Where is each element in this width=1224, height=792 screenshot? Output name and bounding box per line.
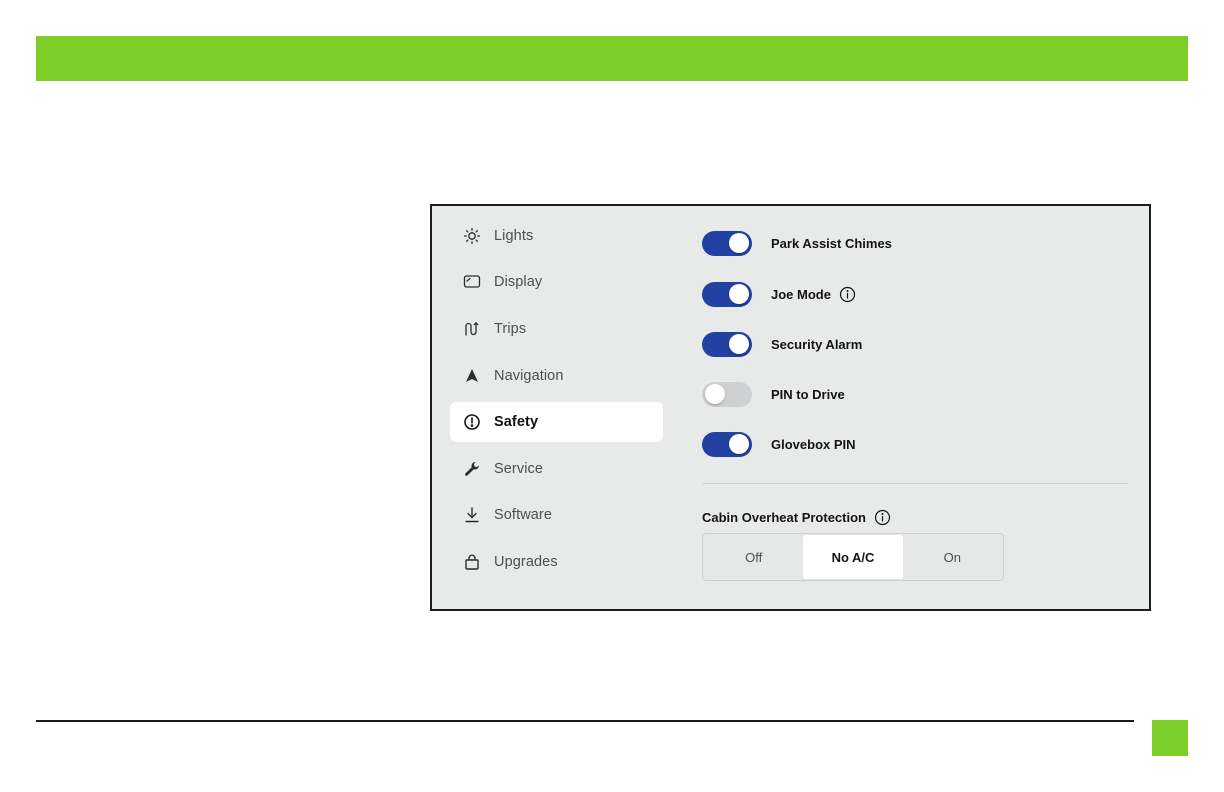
setting-label: Joe Mode xyxy=(771,286,831,302)
header-band xyxy=(36,36,1188,81)
sidebar-item-label: Service xyxy=(494,461,544,477)
setting-joe-mode: Joe Mode xyxy=(702,280,856,308)
setting-pin-to-drive: PIN to Drive xyxy=(702,380,845,408)
settings-screen: Lights Display Trips Navigation Safety S… xyxy=(430,204,1151,611)
manual-page: Lights Display Trips Navigation Safety S… xyxy=(0,0,1224,792)
glovebox-pin-toggle[interactable] xyxy=(702,431,752,457)
footer-rule xyxy=(36,720,1134,722)
cabin-overheat-title: Cabin Overheat Protection xyxy=(702,510,866,525)
trips-icon xyxy=(463,320,481,338)
toggle-knob xyxy=(729,434,749,454)
info-icon[interactable] xyxy=(874,509,891,526)
cabin-overheat-title-row: Cabin Overheat Protection xyxy=(702,509,891,526)
sun-icon xyxy=(463,227,481,245)
setting-glovebox-pin: Glovebox PIN xyxy=(702,430,856,458)
sidebar-item-display[interactable]: Display xyxy=(450,262,663,302)
shopping-bag-icon xyxy=(463,553,481,571)
sidebar-item-label: Lights xyxy=(494,228,534,244)
page-tab xyxy=(1152,720,1188,756)
security-alarm-toggle[interactable] xyxy=(702,331,752,357)
setting-security-alarm: Security Alarm xyxy=(702,330,862,358)
alert-circle-icon xyxy=(463,413,481,431)
sidebar-item-label: Display xyxy=(494,274,543,290)
sidebar-item-trips[interactable]: Trips xyxy=(450,309,663,349)
setting-label: PIN to Drive xyxy=(771,386,845,402)
sidebar-item-label: Trips xyxy=(494,321,527,337)
toggle-knob xyxy=(729,284,749,304)
setting-label: Security Alarm xyxy=(771,336,863,352)
cabin-overheat-selector: Off No A/C On xyxy=(702,533,1004,581)
sidebar-item-upgrades[interactable]: Upgrades xyxy=(450,542,663,582)
sidebar-item-navigation[interactable]: Navigation xyxy=(450,356,663,396)
sidebar-item-label: Software xyxy=(494,507,553,523)
sidebar-item-safety[interactable]: Safety xyxy=(450,402,663,442)
info-icon[interactable] xyxy=(839,286,856,303)
cabin-overheat-option-off[interactable]: Off xyxy=(704,535,803,579)
display-icon xyxy=(463,273,481,291)
joe-mode-toggle[interactable] xyxy=(702,281,752,307)
sidebar-item-label: Navigation xyxy=(494,368,564,384)
park-assist-chimes-toggle[interactable] xyxy=(702,230,752,256)
toggle-knob xyxy=(729,334,749,354)
setting-label: Park Assist Chimes xyxy=(771,235,892,251)
navigation-arrow-icon xyxy=(463,367,481,385)
pin-to-drive-toggle[interactable] xyxy=(702,381,752,407)
sidebar-item-service[interactable]: Service xyxy=(450,449,663,489)
download-icon xyxy=(463,506,481,524)
sidebar-item-software[interactable]: Software xyxy=(450,495,663,535)
sidebar-item-label: Upgrades xyxy=(494,554,558,570)
cabin-overheat-option-no-ac[interactable]: No A/C xyxy=(803,535,903,579)
setting-park-assist-chimes: Park Assist Chimes xyxy=(702,229,892,257)
cabin-overheat-option-on[interactable]: On xyxy=(903,535,1002,579)
section-divider xyxy=(702,483,1128,484)
wrench-icon xyxy=(463,460,481,478)
toggle-knob xyxy=(729,233,749,253)
sidebar-item-lights[interactable]: Lights xyxy=(450,216,663,256)
setting-label: Glovebox PIN xyxy=(771,436,856,452)
sidebar-item-label: Safety xyxy=(494,414,539,430)
toggle-knob xyxy=(705,384,725,404)
